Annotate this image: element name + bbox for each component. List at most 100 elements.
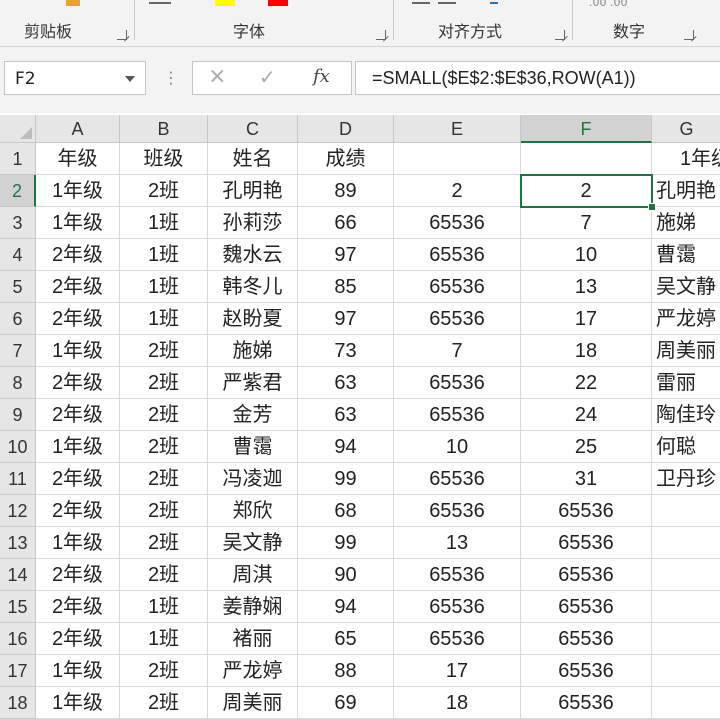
cell-d6[interactable]: 97 (298, 303, 394, 335)
align-icon[interactable] (412, 2, 430, 4)
cell-b12[interactable]: 2班 (120, 495, 208, 527)
cell-f12[interactable]: 65536 (521, 495, 652, 527)
cell-e5[interactable]: 65536 (394, 271, 521, 303)
insert-function-icon[interactable]: fx (313, 66, 330, 87)
cell-f7[interactable]: 18 (521, 335, 652, 367)
cell-a18[interactable]: 1年级 (36, 687, 120, 719)
name-box[interactable]: F2 (4, 61, 146, 95)
cell-g12[interactable] (652, 495, 720, 527)
cell-f5[interactable]: 13 (521, 271, 652, 303)
font-color-icon[interactable] (268, 0, 288, 6)
cell-b8[interactable]: 2班 (120, 367, 208, 399)
cell-b5[interactable]: 1班 (120, 271, 208, 303)
cell-g16[interactable] (652, 623, 720, 655)
cell-f11[interactable]: 31 (521, 463, 652, 495)
cell-b2[interactable]: 2班 (120, 175, 208, 207)
cell-c2[interactable]: 孔明艳 (208, 175, 298, 207)
font-launcher-icon[interactable] (376, 30, 386, 40)
cell-c5[interactable]: 韩冬儿 (208, 271, 298, 303)
cell-g1[interactable]: 1年级 (652, 143, 720, 175)
cell-e12[interactable]: 65536 (394, 495, 521, 527)
align-icon[interactable] (438, 2, 456, 4)
row-header[interactable]: 9 (0, 399, 36, 431)
cell-c10[interactable]: 曹霭 (208, 431, 298, 463)
cell-f2[interactable]: 2 (521, 175, 652, 207)
cell-b4[interactable]: 1班 (120, 239, 208, 271)
cell-e2[interactable]: 2 (394, 175, 521, 207)
cell-g7[interactable]: 周美丽 (652, 335, 720, 367)
row-header[interactable]: 4 (0, 239, 36, 271)
cell-c12[interactable]: 郑欣 (208, 495, 298, 527)
cell-b14[interactable]: 2班 (120, 559, 208, 591)
cell-f13[interactable]: 65536 (521, 527, 652, 559)
cell-d1[interactable]: 成绩 (298, 143, 394, 175)
cell-e8[interactable]: 65536 (394, 367, 521, 399)
cell-g11[interactable]: 卫丹珍 (652, 463, 720, 495)
cell-g4[interactable]: 曹霭 (652, 239, 720, 271)
cell-a6[interactable]: 2年级 (36, 303, 120, 335)
cell-a3[interactable]: 1年级 (36, 207, 120, 239)
cell-d11[interactable]: 99 (298, 463, 394, 495)
chevron-down-icon[interactable] (125, 76, 135, 82)
number-launcher-icon[interactable] (684, 30, 694, 40)
column-header-d[interactable]: D (298, 115, 394, 143)
row-header[interactable]: 11 (0, 463, 36, 495)
cell-d16[interactable]: 65 (298, 623, 394, 655)
alignment-launcher-icon[interactable] (555, 30, 565, 40)
cell-g6[interactable]: 严龙婷 (652, 303, 720, 335)
cell-f18[interactable]: 65536 (521, 687, 652, 719)
row-header[interactable]: 16 (0, 623, 36, 655)
clipboard-launcher-icon[interactable] (117, 30, 127, 40)
cell-a10[interactable]: 1年级 (36, 431, 120, 463)
cell-e7[interactable]: 7 (394, 335, 521, 367)
cell-c18[interactable]: 周美丽 (208, 687, 298, 719)
cell-g5[interactable]: 吴文静 (652, 271, 720, 303)
cell-e13[interactable]: 13 (394, 527, 521, 559)
cell-d3[interactable]: 66 (298, 207, 394, 239)
cell-e1[interactable] (394, 143, 521, 175)
row-header[interactable]: 6 (0, 303, 36, 335)
cell-c7[interactable]: 施娣 (208, 335, 298, 367)
cell-f17[interactable]: 65536 (521, 655, 652, 687)
cell-d12[interactable]: 68 (298, 495, 394, 527)
cell-b3[interactable]: 1班 (120, 207, 208, 239)
wrap-text-icon[interactable] (490, 2, 498, 4)
cell-f15[interactable]: 65536 (521, 591, 652, 623)
cell-b13[interactable]: 2班 (120, 527, 208, 559)
cell-e10[interactable]: 10 (394, 431, 521, 463)
row-header[interactable]: 18 (0, 687, 36, 719)
cell-f8[interactable]: 22 (521, 367, 652, 399)
cell-e18[interactable]: 18 (394, 687, 521, 719)
column-header-f[interactable]: F (521, 115, 652, 143)
cell-a8[interactable]: 2年级 (36, 367, 120, 399)
cell-f14[interactable]: 65536 (521, 559, 652, 591)
decimal-format-icon[interactable]: .00 .00 (589, 0, 627, 9)
cell-a2[interactable]: 1年级 (36, 175, 120, 207)
cell-d10[interactable]: 94 (298, 431, 394, 463)
cell-f4[interactable]: 10 (521, 239, 652, 271)
cell-a15[interactable]: 2年级 (36, 591, 120, 623)
cell-c1[interactable]: 姓名 (208, 143, 298, 175)
cell-e15[interactable]: 65536 (394, 591, 521, 623)
cell-e3[interactable]: 65536 (394, 207, 521, 239)
cell-c15[interactable]: 姜静娴 (208, 591, 298, 623)
cell-d2[interactable]: 89 (298, 175, 394, 207)
cell-b10[interactable]: 2班 (120, 431, 208, 463)
cell-g15[interactable] (652, 591, 720, 623)
column-header-g[interactable]: G (652, 115, 720, 143)
row-header[interactable]: 15 (0, 591, 36, 623)
row-header[interactable]: 8 (0, 367, 36, 399)
column-header-e[interactable]: E (394, 115, 521, 143)
cell-g8[interactable]: 雷丽 (652, 367, 720, 399)
cell-g17[interactable] (652, 655, 720, 687)
cell-c8[interactable]: 严紫君 (208, 367, 298, 399)
drag-handle-icon[interactable]: ⋮ (163, 68, 179, 87)
cell-e14[interactable]: 65536 (394, 559, 521, 591)
cell-d17[interactable]: 88 (298, 655, 394, 687)
cell-g18[interactable] (652, 687, 720, 719)
cell-b11[interactable]: 2班 (120, 463, 208, 495)
row-header[interactable]: 5 (0, 271, 36, 303)
cell-a13[interactable]: 1年级 (36, 527, 120, 559)
cell-a12[interactable]: 2年级 (36, 495, 120, 527)
column-header-a[interactable]: A (36, 115, 120, 143)
